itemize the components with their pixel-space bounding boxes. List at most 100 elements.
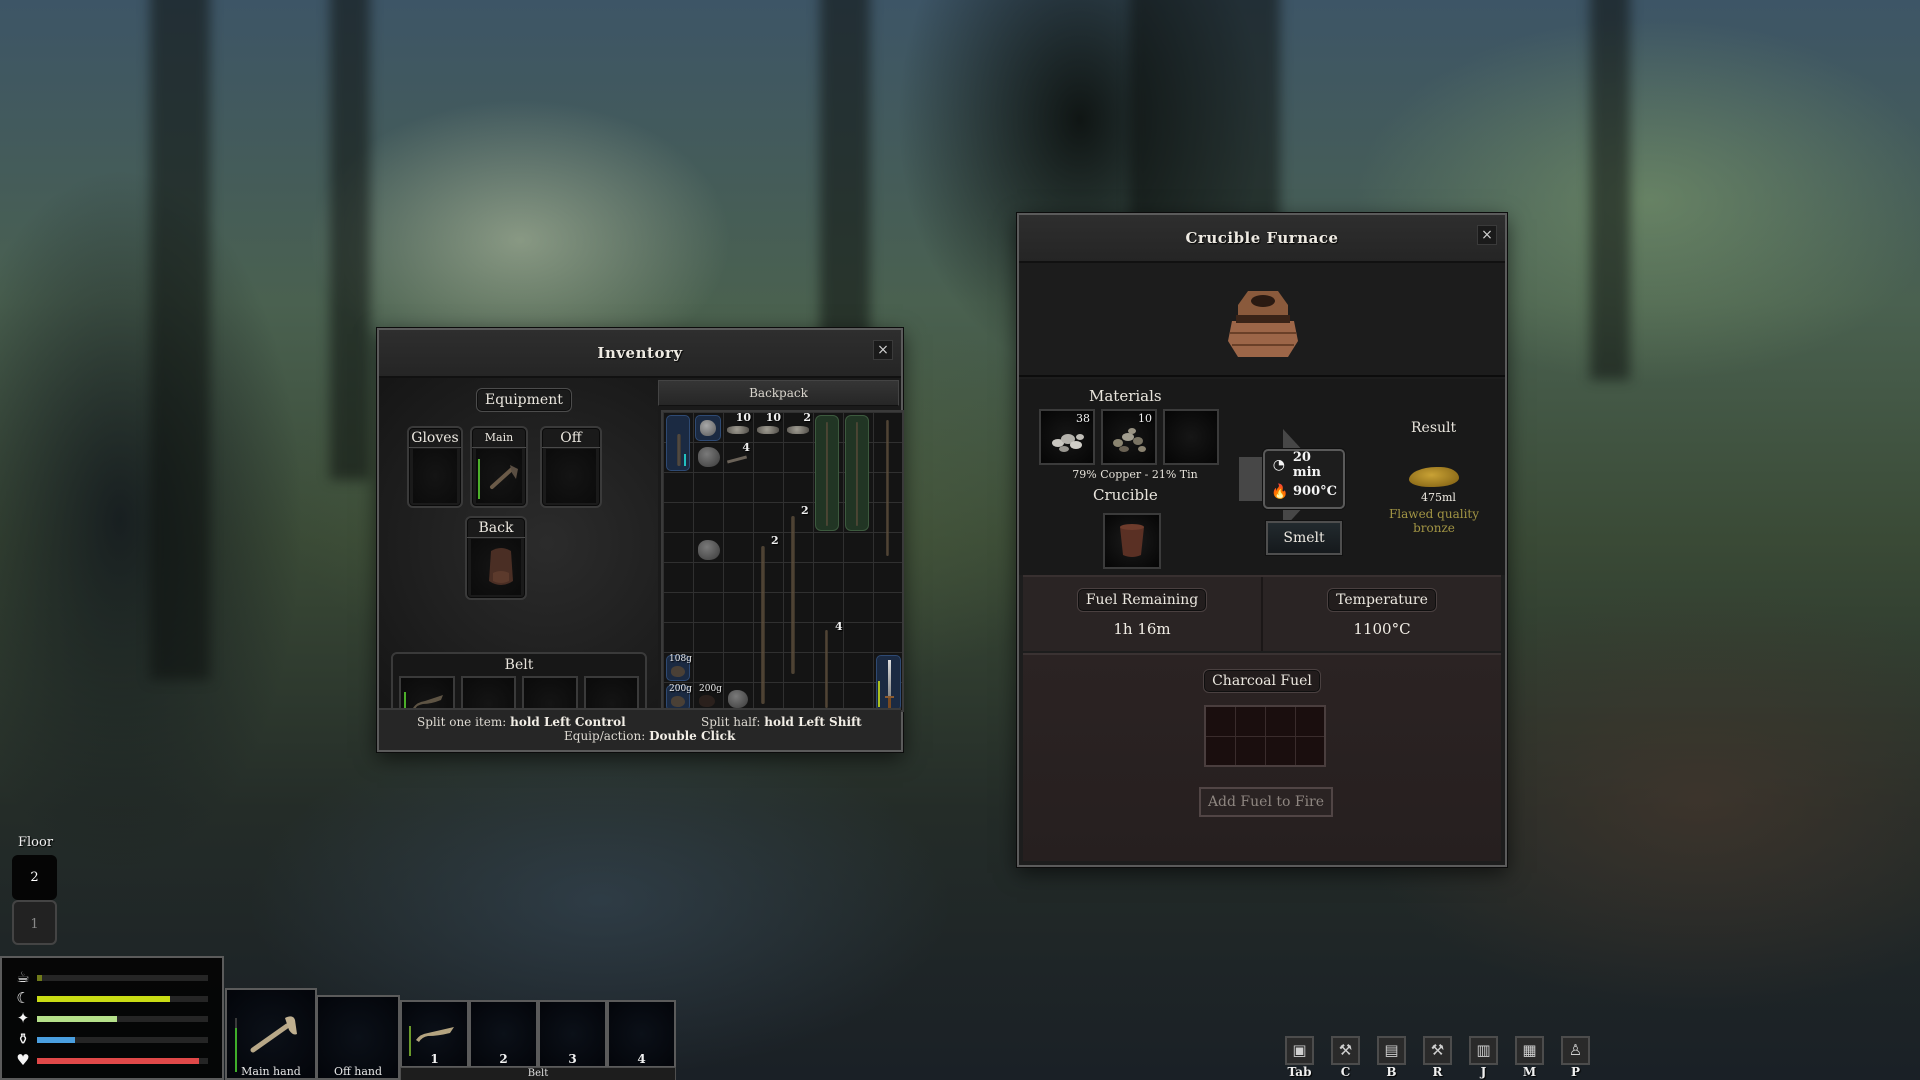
hatchet-icon [490,465,518,489]
backpack-item-stick[interactable] [761,546,765,704]
inventory-window: Inventory × Equipment Gloves Main hand [377,328,904,752]
sleep-bar [37,996,208,1002]
backpack-item-stick[interactable] [825,630,828,708]
ore-icon [787,426,809,434]
item-weight: 200g [669,684,692,694]
crucible-slot[interactable] [1103,513,1161,569]
sword-grip [888,698,891,708]
hotkey-inventory[interactable]: ▣ Tab [1285,1036,1314,1079]
add-fuel-button[interactable]: Add Fuel to Fire [1199,787,1333,817]
equipment-title: Equipment [476,388,572,412]
furnace-header[interactable]: Crucible Furnace × [1019,215,1505,263]
fuel-remaining-label: Fuel Remaining [1076,588,1208,612]
sword-blade [888,660,891,696]
backpack-item-tool[interactable] [666,415,690,471]
sleep-bar-fill [37,996,171,1002]
hotkey-player[interactable]: ♙ P [1561,1036,1590,1079]
material-slot-1[interactable]: 38 [1039,409,1095,465]
material-slot-2[interactable]: 10 [1101,409,1157,465]
clay-icon [671,696,685,707]
charcoal-fuel-label: Charcoal Fuel [1203,669,1321,693]
hotbar-off-hand[interactable]: Off hand [316,995,400,1080]
hint-split-half: Split half: hold Left Shift [701,715,862,729]
molten-bronze-icon [1409,467,1459,487]
hotbar-belt-slot-1[interactable]: 1 [400,1000,469,1068]
backpack-tab[interactable]: Backpack [658,380,899,406]
backpack-grid[interactable]: 10 10 2 4 2 2 4 108g 200g 200g [661,410,904,712]
equip-slot-back[interactable]: Back [465,516,527,600]
hotkey-journal[interactable]: ▥ J [1469,1036,1498,1079]
hunger-icon: ☕ [16,968,30,986]
furnace-model-icon [1228,291,1298,357]
durability-bar [684,454,686,466]
hotkey-crafting[interactable]: ⚒ C [1331,1036,1360,1079]
hotbar-belt-slot-2[interactable]: 2 [469,1000,538,1068]
hotbar-belt-slot-4[interactable]: 4 [607,1000,676,1068]
slot-label: Back [467,518,525,538]
hint-label: Equip/action: [564,729,646,743]
belt-slot-number: 3 [568,1052,577,1066]
hunger-bar [37,975,208,981]
backpack-item-ore[interactable]: 10 [723,411,753,442]
item-weight: 108g [669,654,692,664]
backpack-item-twig[interactable]: 4 [723,441,753,472]
backpack-item-branch[interactable] [845,415,869,531]
fuel-remaining: Fuel Remaining 1h 16m [1023,577,1261,651]
health-icon: ♥ [16,1051,30,1069]
hotkey-building[interactable]: ▤ B [1377,1036,1406,1079]
result-title: Result [1411,420,1457,436]
health-bar-fill [37,1058,200,1064]
hotkey-map[interactable]: ▦ M [1515,1036,1544,1079]
hotkey-repair[interactable]: ⚒ R [1423,1036,1452,1079]
furnace-preview [1019,263,1505,377]
inventory-header[interactable]: Inventory × [379,330,901,378]
close-icon[interactable]: × [873,340,893,360]
hint-label: Split half: [701,715,761,729]
flame-icon: 🔥 [1271,483,1289,500]
stat-energy: ✦ [12,1009,212,1029]
equip-slot-off-hand[interactable]: Off hand [540,426,602,508]
hotbar-belt-slot-3[interactable]: 3 [538,1000,607,1068]
charcoal-fuel-slots[interactable] [1204,705,1326,767]
backpack-item-sword[interactable] [876,655,901,711]
belt-slot-number: 1 [430,1052,439,1066]
backpack-item-rock[interactable] [698,540,720,560]
stat-health: ♥ [12,1051,212,1071]
material-slot-3[interactable] [1163,409,1219,465]
backpack-item-ore[interactable]: 2 [783,411,813,442]
backpack-item-stone[interactable] [695,415,721,441]
twig-icon [726,455,748,464]
material-count: 10 [1138,412,1152,425]
hotbar-label: Off hand [333,1065,383,1078]
hint-key: Double Click [649,729,736,743]
result-volume: 475ml [1421,491,1456,504]
durability-bar [478,459,480,499]
background-tree [1590,0,1630,380]
backpack-item-rock[interactable] [728,690,748,708]
fuel-info: Fuel Remaining 1h 16m Temperature 1100°C [1023,575,1501,651]
copper-ore-icon [1052,434,1084,452]
equip-slot-gloves[interactable]: Gloves [407,426,463,508]
close-icon[interactable]: × [1477,225,1497,245]
floor-button-2[interactable]: 2 [12,855,57,900]
hotkey-label: P [1570,1065,1581,1079]
backpack-item-spear[interactable] [886,420,889,556]
backpack-item-ore[interactable]: 10 [753,411,783,442]
hotkey-label: Tab [1287,1065,1312,1079]
tool-handle [677,434,681,466]
hotbar-main-hand[interactable]: Main hand [225,988,317,1080]
floor-button-1[interactable]: 1 [12,900,57,945]
equip-slot-main-hand[interactable]: Main hand [470,426,528,508]
player-icon: ♙ [1561,1036,1590,1065]
equipment-section: Equipment Gloves Main hand Off hand [379,378,659,734]
smelt-temperature: 🔥 900°C [1265,478,1343,505]
backpack-item-stick[interactable] [791,516,795,674]
stack-count: 4 [835,620,843,633]
backpack-item[interactable] [471,539,521,595]
backpack-item-rock[interactable] [698,447,720,467]
hatchet-item[interactable] [476,449,522,503]
backpack-section: Backpack 10 10 2 4 2 2 4 108g 200g 200g [658,378,904,712]
backpack-item-branch[interactable] [815,415,839,531]
smelt-button[interactable]: Smelt [1266,521,1342,555]
smelt-time-value: 20 min [1292,449,1321,480]
